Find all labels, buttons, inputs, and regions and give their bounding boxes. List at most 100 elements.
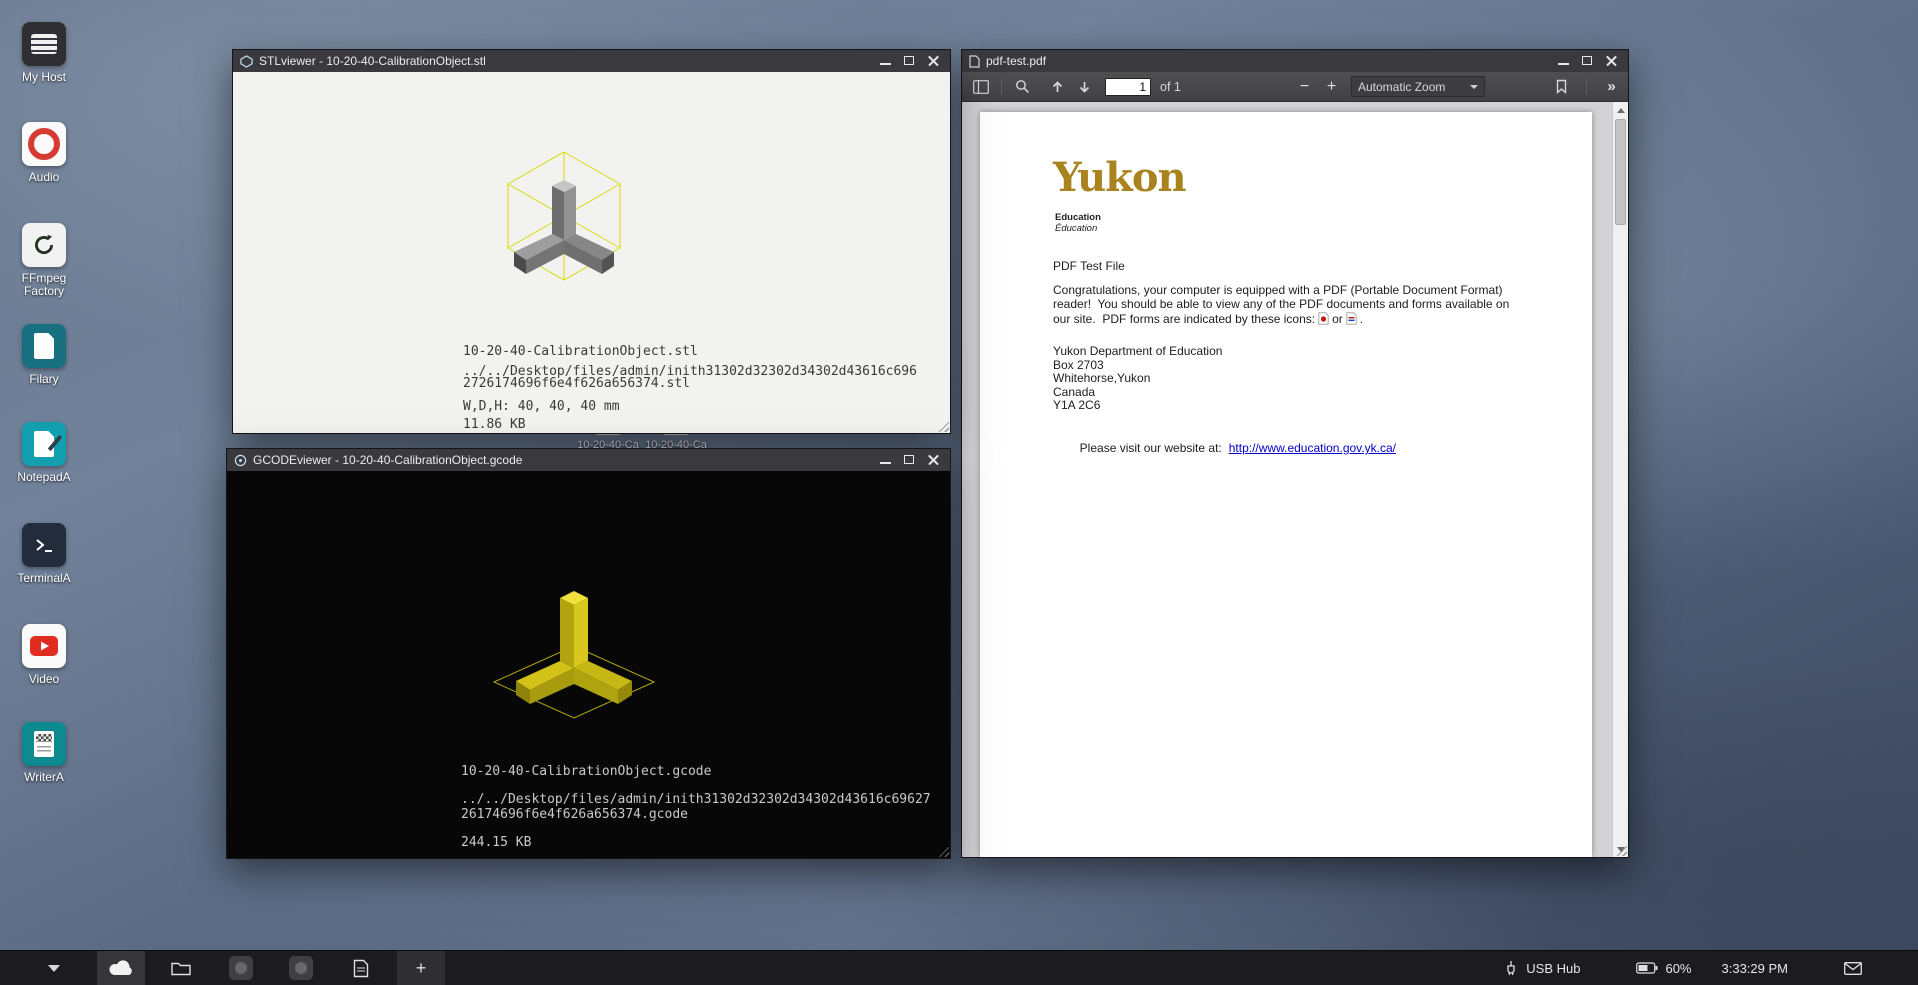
window-controls xyxy=(879,55,943,67)
gcode-model-preview xyxy=(464,564,684,734)
resize-grip[interactable] xyxy=(936,419,949,432)
cloud-icon xyxy=(108,959,134,977)
zoom-out-button[interactable]: − xyxy=(1292,75,1317,98)
desktop-icon-label: TerminalA xyxy=(8,572,80,585)
sidebar-toggle-button[interactable] xyxy=(968,75,993,98)
maximize-button[interactable] xyxy=(903,55,916,67)
page-number-input[interactable] xyxy=(1105,78,1151,96)
terminal-icon xyxy=(22,523,66,567)
zoom-select[interactable]: Automatic Zoom xyxy=(1351,76,1485,97)
resize-grip[interactable] xyxy=(936,844,949,857)
desktop-icon-audio[interactable]: Audio xyxy=(8,122,80,184)
bookmark-icon xyxy=(1555,79,1568,94)
stl-filesize: 11.86 KB xyxy=(463,417,526,432)
previous-page-button[interactable] xyxy=(1045,75,1070,98)
battery-percentage[interactable]: 60% xyxy=(1665,961,1691,976)
desktop-icon-label: Audio xyxy=(8,171,80,184)
notepad-icon xyxy=(22,422,66,466)
maximize-button[interactable] xyxy=(903,454,916,466)
desktop-icon-label: WriterA xyxy=(8,771,80,784)
maximize-button[interactable] xyxy=(1581,55,1594,67)
yukon-logo-education-fr: Éducation xyxy=(1055,223,1097,234)
close-button[interactable] xyxy=(927,454,940,466)
battery-icon[interactable] xyxy=(1636,962,1658,974)
window-title: STLviewer - 10-20-40-CalibrationObject.s… xyxy=(259,54,873,68)
stl-viewport: 10-20-40-CalibrationObject.stl ../../Des… xyxy=(233,72,950,433)
taskbar-app-icon xyxy=(289,956,313,980)
folder-icon xyxy=(171,960,191,976)
pdf-page: Yukon Education Éducation PDF Test File … xyxy=(980,112,1592,857)
desktop-icon-filary[interactable]: Filary xyxy=(8,324,80,386)
scrollbar-thumb[interactable] xyxy=(1615,119,1626,225)
window-title: GCODEviewer - 10-20-40-CalibrationObject… xyxy=(253,453,873,467)
desktop-icon-label: Filary xyxy=(8,373,80,386)
gcodeviewer-titlebar[interactable]: GCODEviewer - 10-20-40-CalibrationObject… xyxy=(227,449,950,471)
stl-model-preview xyxy=(474,142,654,312)
toolbar-separator xyxy=(1586,79,1587,95)
stlviewer-titlebar[interactable]: STLviewer - 10-20-40-CalibrationObject.s… xyxy=(233,50,950,72)
gcode-filepath-line1: ../../Desktop/files/admin/inith31302d323… xyxy=(461,792,931,807)
address-line: Canada xyxy=(1053,386,1222,400)
taskbar-app-button[interactable] xyxy=(217,951,265,985)
close-button[interactable] xyxy=(1605,55,1618,67)
search-icon xyxy=(1015,79,1030,94)
stl-filepath-line2: 2726174696f6e4f626a656374.stl xyxy=(463,376,690,391)
find-button[interactable] xyxy=(1010,75,1035,98)
toolbar-right-group: » xyxy=(1549,72,1624,101)
taskbar-pdf-button[interactable] xyxy=(337,951,385,985)
pdf-form-icon xyxy=(1346,312,1357,325)
pdf-content-area: Yukon Education Éducation PDF Test File … xyxy=(962,102,1628,857)
paragraph-line: reader! You should be able to view any o… xyxy=(1053,298,1509,312)
address-block: Yukon Department of Education Box 2703 W… xyxy=(1053,345,1222,413)
minus-icon: − xyxy=(1300,79,1309,95)
pdf-document-icon xyxy=(353,959,369,978)
pdf-icon xyxy=(1318,312,1329,325)
taskbar-app-button[interactable] xyxy=(277,951,325,985)
minimize-button[interactable] xyxy=(879,454,892,466)
more-tools-button[interactable]: » xyxy=(1599,75,1624,98)
desktop-icon-video[interactable]: Video xyxy=(8,624,80,686)
taskbar-cloud-button[interactable] xyxy=(97,951,145,985)
taskbar: + USB Hub 60% 3:33:29 PM xyxy=(0,950,1918,985)
desktop-icon-writera[interactable]: WriterA xyxy=(8,722,80,784)
taskbar-expand-caret-icon[interactable] xyxy=(48,965,60,978)
close-button[interactable] xyxy=(927,55,940,67)
pdf-titlebar[interactable]: pdf-test.pdf xyxy=(962,50,1628,72)
pdf-doc-paragraph: Congratulations, your computer is equipp… xyxy=(1053,284,1509,326)
stlviewer-window: STLviewer - 10-20-40-CalibrationObject.s… xyxy=(232,49,951,434)
yukon-logo: Yukon xyxy=(1053,158,1186,198)
minimize-button[interactable] xyxy=(879,55,892,67)
filary-icon xyxy=(22,324,66,368)
minimize-button[interactable] xyxy=(1557,55,1570,67)
taskbar-add-button[interactable]: + xyxy=(397,951,445,985)
desktop-icon-ffmpeg-factory[interactable]: FFmpeg Factory xyxy=(8,223,80,298)
paragraph-period: . xyxy=(1360,312,1363,326)
usb-plug-icon[interactable] xyxy=(1503,960,1519,976)
ffmpeg-icon xyxy=(22,223,66,267)
desktop-icon-my-host[interactable]: My Host xyxy=(8,22,80,84)
gcodeviewer-window: GCODEviewer - 10-20-40-CalibrationObject… xyxy=(226,448,951,859)
usb-hub-label[interactable]: USB Hub xyxy=(1526,961,1580,976)
gcodeviewer-app-icon xyxy=(234,454,247,467)
vertical-scrollbar[interactable] xyxy=(1612,102,1628,857)
website-link[interactable]: http://www.education.gov.yk.ca/ xyxy=(1229,441,1396,455)
chevron-down-icon xyxy=(1470,85,1478,93)
stl-dimensions: W,D,H: 40, 40, 40 mm xyxy=(463,399,620,414)
toolbar-zoom-group: − + Automatic Zoom xyxy=(1292,72,1485,101)
plus-icon: + xyxy=(416,959,427,977)
window-controls xyxy=(1557,55,1621,67)
mail-icon[interactable] xyxy=(1844,962,1862,975)
bookmark-button[interactable] xyxy=(1549,75,1574,98)
scroll-up-button[interactable] xyxy=(1613,102,1628,117)
stlviewer-app-icon xyxy=(240,55,253,68)
toolbar-separator xyxy=(1001,79,1002,95)
taskbar-files-button[interactable] xyxy=(157,951,205,985)
clock[interactable]: 3:33:29 PM xyxy=(1722,961,1789,976)
desktop-icon-notepada[interactable]: NotepadA xyxy=(8,422,80,484)
desktop-icon-terminala[interactable]: TerminalA xyxy=(8,523,80,585)
zoom-in-button[interactable]: + xyxy=(1319,75,1344,98)
next-page-button[interactable] xyxy=(1072,75,1097,98)
website-line: Please visit our website at:http://www.e… xyxy=(1053,427,1396,469)
pdf-toolbar: of 1 − + Automatic Zoom » xyxy=(962,72,1628,102)
window-controls xyxy=(879,454,943,466)
